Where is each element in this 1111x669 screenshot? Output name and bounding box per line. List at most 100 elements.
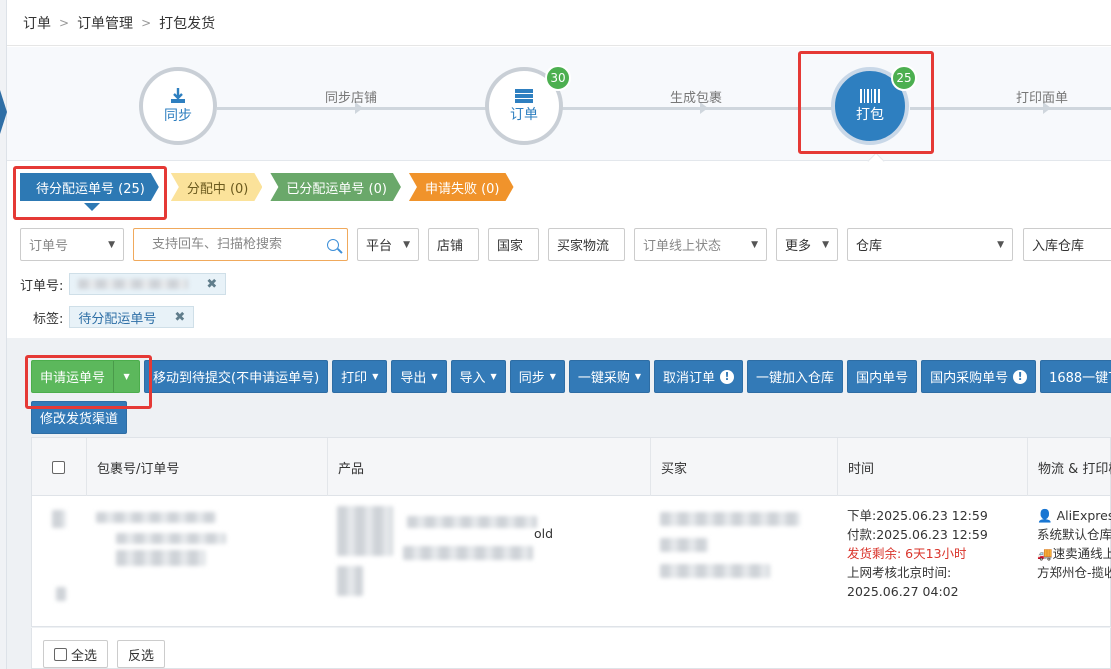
step-connector — [562, 107, 834, 110]
change-channel-button[interactable]: 修改发货渠道 — [31, 401, 128, 434]
tab-failed[interactable]: 申请失败 (0) — [409, 173, 514, 201]
redacted-value — [337, 566, 363, 596]
invert-selection-button[interactable]: 反选 — [117, 640, 166, 668]
chevron-right-icon: > — [141, 15, 152, 30]
search-input[interactable] — [142, 237, 312, 252]
close-icon[interactable]: ✖ — [206, 277, 217, 292]
breadcrumb: 订单 > 订单管理 > 打包发货 — [7, 0, 1111, 46]
product-cell: old — [327, 496, 650, 626]
tab-pending[interactable]: 待分配运单号 (25) — [20, 173, 159, 201]
caret-down-icon: ▼ — [549, 372, 556, 381]
online-status-select[interactable]: 订单线上状态 ▼ — [634, 228, 767, 261]
sync-button[interactable]: 同步 ▼ — [509, 360, 565, 393]
column-header: 时间 — [837, 438, 1027, 496]
step-sync[interactable]: 同步 — [139, 67, 217, 145]
tab-allocating[interactable]: 分配中 (0) — [171, 173, 263, 201]
caret-down-icon: ▼ — [403, 239, 410, 250]
step-orders[interactable]: 订单 30 — [485, 65, 571, 145]
caret-down-icon: ▼ — [634, 372, 642, 381]
redacted-order-no — [116, 550, 206, 566]
select-value: 订单号 — [29, 239, 69, 254]
chip-value: 待分配运单号 — [78, 311, 157, 327]
search-icon[interactable] — [327, 238, 339, 251]
domestic-tracking-button[interactable]: 国内单号 — [847, 360, 918, 393]
button-label: 申请运单号 — [40, 371, 106, 386]
domestic-purchase-button[interactable]: 国内采购单号! — [921, 360, 1037, 393]
step-connector — [910, 107, 1111, 110]
button-label: 反选 — [128, 648, 155, 664]
button-label: 1688一键下单 — [1049, 371, 1111, 386]
export-button[interactable]: 导出 ▼ — [391, 360, 447, 393]
download-icon — [171, 88, 185, 103]
order-time: 下单:2025.06.23 12:59 — [847, 508, 988, 523]
inbound-warehouse-select[interactable]: 入库仓库 — [1023, 228, 1111, 261]
select-value: 订单线上状态 — [643, 239, 722, 254]
button-label: 国内单号 — [856, 371, 909, 386]
condition-chip: ✖ — [69, 273, 227, 295]
redacted-order-no — [116, 533, 226, 544]
connector-label: 同步店铺 — [325, 91, 378, 106]
step-label: 打包 — [856, 107, 884, 123]
step-connector — [217, 107, 489, 110]
search-field[interactable] — [133, 228, 348, 261]
platform-dropdown[interactable]: 平台 ▼ — [357, 228, 419, 261]
caret-down-icon: ▼ — [997, 239, 1004, 250]
header-checkbox-cell — [32, 438, 86, 496]
connector-label: 打印面单 — [1016, 91, 1069, 106]
close-icon[interactable]: ✖ — [174, 310, 185, 325]
column-header: 买家 — [650, 438, 837, 496]
caret-down-icon: ▼ — [490, 372, 497, 381]
one-click-purchase-button[interactable]: 一键采购 ▼ — [568, 360, 651, 393]
more-dropdown[interactable]: 更多 ▼ — [776, 228, 838, 261]
connector-label: 生成包裹 — [670, 91, 723, 106]
sidebar-toggle-icon[interactable] — [0, 90, 7, 134]
redacted-checkbox[interactable] — [52, 510, 66, 528]
caret-down-icon[interactable]: ▼ — [113, 361, 139, 392]
tab-label: 已分配运单号 (0) — [286, 181, 387, 197]
depot-name: 方郑州仓-揽收 — [1037, 565, 1111, 580]
breadcrumb-item[interactable]: 订单 — [23, 13, 51, 33]
button-label: 修改发货渠道 — [40, 412, 119, 427]
cancel-order-button[interactable]: 取消订单! — [654, 360, 744, 393]
warehouse-select[interactable]: 仓库 ▼ — [847, 228, 1013, 261]
select-all-button[interactable]: 全选 — [43, 640, 109, 668]
button-label: 同步 — [518, 371, 545, 386]
tab-allocated[interactable]: 已分配运单号 (0) — [270, 173, 401, 201]
audit-time: 2025.06.27 04:02 — [847, 584, 959, 599]
active-tab-pointer — [84, 203, 100, 211]
apply-tracking-button[interactable]: 申请运单号 ▼ — [31, 360, 141, 393]
import-button[interactable]: 导入 ▼ — [450, 360, 506, 393]
button-label: 买家物流 — [557, 239, 610, 254]
order-no-select[interactable]: 订单号 ▼ — [20, 228, 124, 261]
table-footer: 全选 反选 — [31, 628, 1111, 669]
column-header: 物流 & 打印模 — [1027, 438, 1111, 496]
product-thumbnail[interactable] — [337, 506, 393, 556]
button-label: 全选 — [71, 648, 98, 664]
order-1688-button[interactable]: 1688一键下单! — [1040, 360, 1111, 393]
store-button[interactable]: 店铺 — [428, 228, 479, 261]
info-icon: ! — [1013, 369, 1028, 384]
move-to-pending-button[interactable]: 移动到待提交(不申请运单号) — [144, 360, 329, 393]
step-pack[interactable]: 打包 25 — [831, 65, 917, 145]
dropdown-label: 更多 — [785, 239, 812, 254]
buyer-logistics-button[interactable]: 买家物流 — [548, 228, 625, 261]
barcode-icon — [860, 89, 880, 103]
paid-time: 付款:2025.06.23 12:59 — [847, 527, 988, 542]
table-row[interactable]: old 下单:2025.06.23 12:59 付款:2025.06.23 12… — [32, 496, 1111, 626]
select-all-checkbox[interactable] — [52, 460, 65, 474]
button-label: 导入 — [459, 371, 486, 386]
breadcrumb-item[interactable]: 订单管理 — [77, 13, 133, 33]
add-to-warehouse-button[interactable]: 一键加入仓库 — [747, 360, 844, 393]
country-button[interactable]: 国家 — [488, 228, 539, 261]
tab-label: 分配中 (0) — [186, 181, 249, 197]
condition-label: 标签: — [33, 311, 64, 327]
redacted-buyer-name — [660, 512, 800, 526]
server-icon — [515, 89, 533, 103]
default-warehouse: 系统默认仓库 — [1037, 527, 1111, 542]
logistics-cell: 👤 AliExpres 系统默认仓库 🚚速卖通线上 方郑州仓-揽收 — [1027, 496, 1111, 626]
ship-remaining: 发货剩余: 6天13小时 — [847, 546, 967, 561]
print-button[interactable]: 打印 ▼ — [332, 360, 388, 393]
table-header: 包裹号/订单号 产品 买家 时间 物流 & 打印模 — [32, 438, 1111, 496]
button-label: 移动到待提交(不申请运单号) — [153, 371, 320, 386]
product-name-fragment: old — [534, 526, 554, 541]
